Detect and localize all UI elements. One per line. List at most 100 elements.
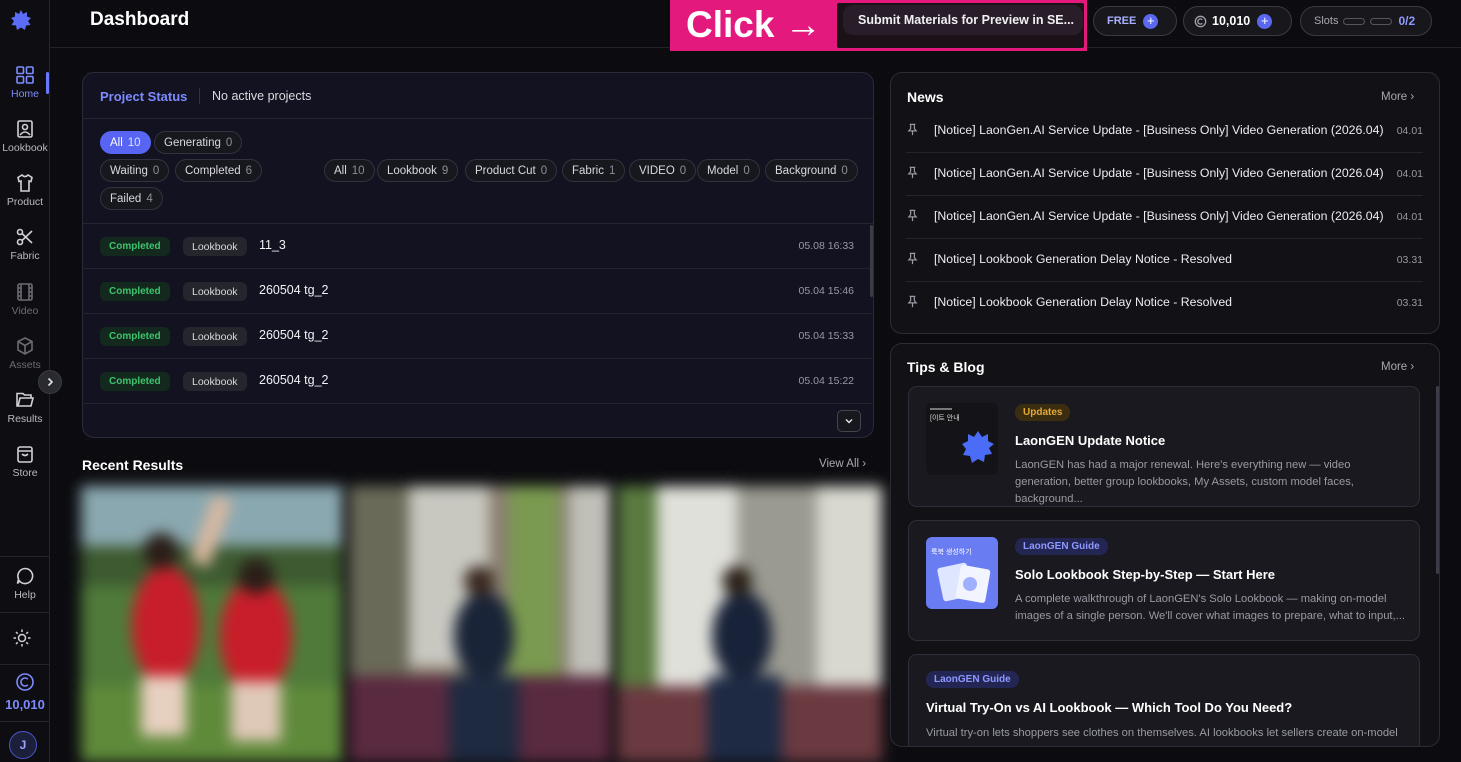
result-thumbnail[interactable]: [81, 486, 343, 762]
sidebar-credits[interactable]: 10,010: [0, 672, 50, 712]
chevron-down-icon: [845, 418, 853, 424]
sun-theme-icon[interactable]: [12, 628, 32, 648]
bag-icon: [17, 446, 33, 463]
blog-tag: LaonGEN Guide: [926, 671, 1019, 688]
sidebar-item-lookbook[interactable]: Lookbook: [0, 117, 50, 163]
home-grid-icon: [16, 66, 34, 84]
filter-count: 0: [540, 164, 548, 177]
tips-blog-card: Tips & Blog More › [이트 안내 Updates LaonGE…: [890, 343, 1440, 747]
result-image: [349, 486, 611, 762]
view-all-link[interactable]: View All ›: [819, 458, 866, 470]
image-icon: [17, 120, 33, 138]
more-label: More: [1381, 91, 1408, 103]
filter-status-completed[interactable]: Completed 6: [175, 159, 263, 182]
result-thumbnail[interactable]: [349, 486, 611, 762]
filter-count: 0: [225, 136, 233, 149]
result-thumbnail[interactable]: [617, 486, 882, 762]
slots-value: 0/2: [1398, 14, 1416, 28]
result-image: [81, 486, 343, 762]
logo-icon[interactable]: [9, 8, 33, 32]
blog-post-card[interactable]: LaonGEN Guide Virtual Try-On vs AI Lookb…: [908, 654, 1420, 746]
news-date: 03.31: [1396, 254, 1423, 266]
sidebar-item-results[interactable]: Results: [0, 388, 50, 434]
sidebar-item-fabric[interactable]: Fabric: [0, 225, 50, 271]
pin-icon: [907, 295, 918, 308]
news-item[interactable]: [Notice] Lookbook Generation Delay Notic…: [906, 282, 1423, 325]
project-time: 05.04 15:33: [798, 330, 854, 342]
sidebar-item-label: Results: [7, 413, 43, 425]
plan-badge[interactable]: FREE +: [1093, 6, 1177, 36]
slot-indicator: [1343, 17, 1366, 25]
credit-coin-icon: [1194, 15, 1207, 27]
project-row[interactable]: Completed Lookbook 260504 tg_2 05.04 15:…: [84, 359, 872, 404]
status-badge: Completed: [100, 327, 170, 346]
filter-type-model[interactable]: Model 0: [697, 159, 760, 182]
blog-title: LaonGEN Update Notice: [1015, 433, 1166, 448]
slot-indicator: [1370, 17, 1393, 25]
project-status-summary: No active projects: [212, 89, 312, 103]
filter-label: Background: [775, 164, 837, 177]
tips-title: Tips & Blog: [907, 359, 985, 375]
news-item[interactable]: [Notice] LaonGen.AI Service Update - [Bu…: [906, 196, 1423, 239]
status-badge: Completed: [100, 282, 170, 301]
sidebar-credits-value: 10,010: [5, 697, 45, 712]
blog-post-card[interactable]: [이트 안내 Updates LaonGEN Update Notice Lao…: [908, 386, 1420, 507]
project-name: 260504 tg_2: [259, 373, 329, 387]
blog-tag: LaonGEN Guide: [1015, 538, 1108, 555]
filter-count: 10: [127, 136, 141, 149]
sidebar-item-store[interactable]: Store: [0, 442, 50, 488]
project-list-scrollbar[interactable]: [870, 225, 873, 297]
credits-add-plus-icon[interactable]: +: [1257, 13, 1273, 29]
filter-status-all[interactable]: All 10: [100, 131, 151, 154]
filter-status-failed[interactable]: Failed 4: [100, 187, 163, 210]
filter-label: Product Cut: [475, 164, 536, 177]
news-date: 04.01: [1396, 211, 1423, 223]
filter-type-all[interactable]: All 10: [324, 159, 375, 182]
view-all-label: View All: [819, 458, 860, 470]
news-text: [Notice] LaonGen.AI Service Update - [Bu…: [934, 123, 1384, 137]
type-badge: Lookbook: [183, 237, 247, 256]
sidebar-item-product[interactable]: Product: [0, 171, 50, 217]
filter-count: 10: [351, 164, 365, 177]
status-badge: Completed: [100, 372, 170, 391]
tips-scrollbar[interactable]: [1436, 386, 1439, 574]
submit-materials-button[interactable]: Submit Materials for Preview in SE...: [843, 5, 1083, 35]
sidebar-divider: [0, 721, 50, 722]
filter-type-lookbook[interactable]: Lookbook 9: [377, 159, 459, 182]
news-text: [Notice] Lookbook Generation Delay Notic…: [934, 252, 1233, 266]
sidebar-item-label: Home: [10, 88, 39, 100]
pin-icon: [907, 209, 918, 222]
expand-list-button[interactable]: [837, 410, 861, 432]
sidebar-expand-button[interactable]: [38, 370, 62, 394]
sidebar-item-label: Assets: [9, 359, 41, 371]
sidebar-item-home[interactable]: Home: [0, 63, 50, 109]
box-icon: [17, 337, 33, 355]
filter-type-video[interactable]: VIDEO 0: [629, 159, 697, 182]
sidebar-item-video[interactable]: Video: [0, 280, 50, 326]
filter-status-waiting[interactable]: Waiting 0: [100, 159, 170, 182]
project-row[interactable]: Completed Lookbook 260504 tg_2 05.04 15:…: [84, 314, 872, 359]
project-status-card: Project Status No active projects All 10 …: [82, 72, 874, 438]
news-card: News More › [Notice] LaonGen.AI Service …: [890, 72, 1440, 334]
filter-status-generating[interactable]: Generating 0: [154, 131, 243, 154]
project-name: 11_3: [259, 238, 286, 252]
project-time: 05.04 15:46: [798, 285, 854, 297]
project-row[interactable]: Completed Lookbook 260504 tg_2 05.04 15:…: [84, 269, 872, 314]
credits-badge[interactable]: 10,010 +: [1183, 6, 1292, 36]
news-item[interactable]: [Notice] LaonGen.AI Service Update - [Bu…: [906, 153, 1423, 196]
news-item[interactable]: [Notice] Lookbook Generation Delay Notic…: [906, 239, 1423, 282]
blog-post-card[interactable]: 룩북 생성하기 LaonGEN Guide Solo Lookbook Step…: [908, 520, 1420, 641]
sidebar-item-help[interactable]: Help: [0, 564, 50, 610]
tips-more-link[interactable]: More ›: [1381, 361, 1414, 373]
filter-type-background[interactable]: Background 0: [765, 159, 858, 182]
plan-upgrade-plus-icon[interactable]: +: [1143, 13, 1159, 29]
news-more-link[interactable]: More ›: [1381, 91, 1414, 103]
project-row[interactable]: Completed Lookbook 11_3 05.08 16:33: [84, 224, 872, 269]
avatar[interactable]: J: [9, 731, 37, 759]
blog-desc: LaonGEN has had a major renewal. Here's …: [1015, 459, 1354, 505]
news-item[interactable]: [Notice] LaonGen.AI Service Update - [Bu…: [906, 110, 1423, 153]
filter-label: Fabric: [572, 164, 604, 177]
filter-type-product-cut[interactable]: Product Cut 0: [465, 159, 558, 182]
filter-label: Model: [707, 164, 739, 177]
filter-type-fabric[interactable]: Fabric 1: [562, 159, 626, 182]
